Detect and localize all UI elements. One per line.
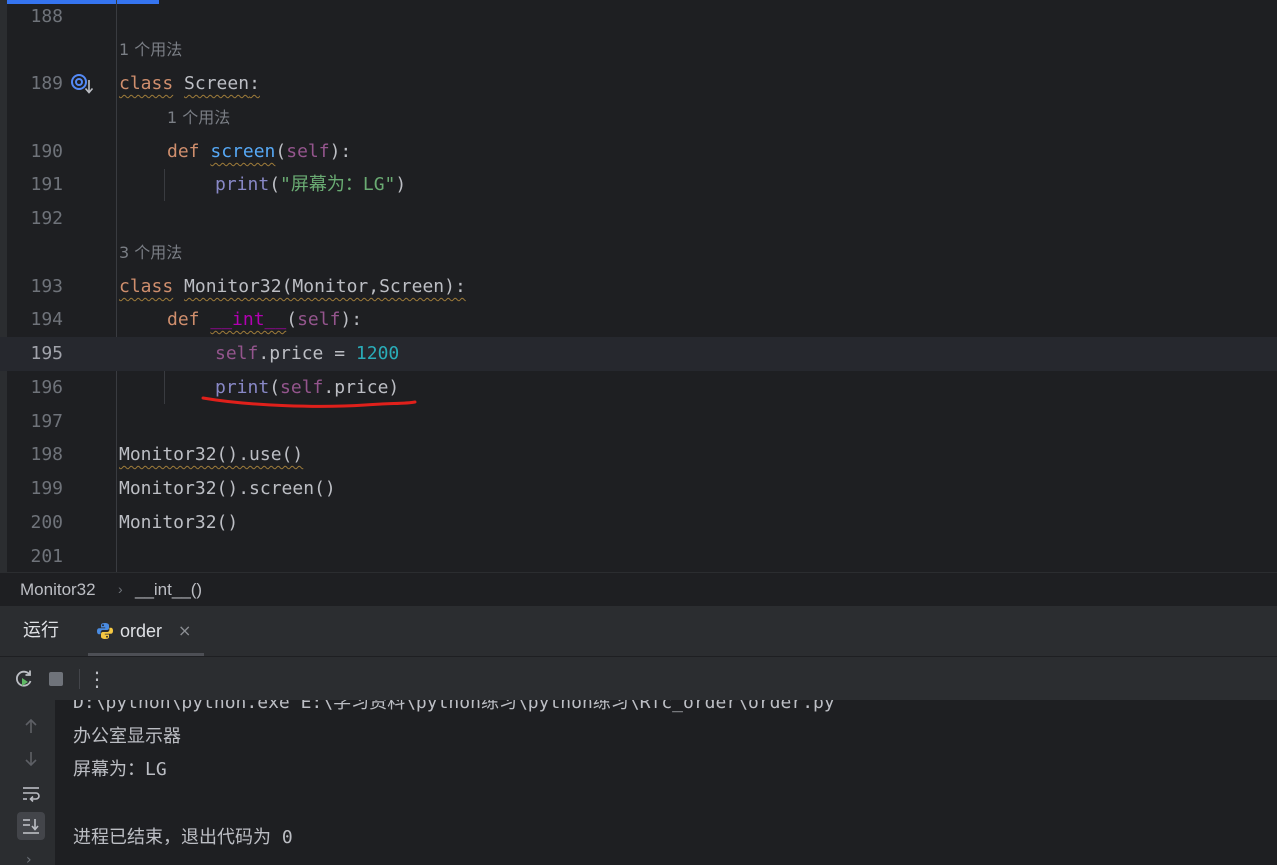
run-toolbar: ⋮: [0, 656, 1277, 701]
code-text: print("屏幕为：LG"): [215, 174, 407, 195]
usage-hint[interactable]: 3 个用法: [119, 236, 182, 270]
line-number: 190: [30, 141, 63, 162]
code-text: class Monitor32(Monitor,Screen):: [119, 276, 466, 297]
line-number: 198: [30, 444, 63, 465]
code-line: 196 print(self.price): [0, 371, 1277, 405]
code-editor[interactable]: 188 1 个用法 189 class Screen: 1 个用法 190 de…: [0, 0, 1277, 572]
scroll-up-button[interactable]: [17, 712, 45, 740]
code-line: 190 def screen(self):: [0, 135, 1277, 169]
usage-hint-line: 3 个用法: [0, 236, 1277, 270]
line-number: 189: [30, 73, 63, 94]
scroll-down-icon: [25, 752, 37, 767]
code-line-current: 195 self.price = 1200: [0, 337, 1277, 371]
more-options-button[interactable]: ⋮: [85, 667, 109, 691]
rerun-button[interactable]: [12, 667, 36, 691]
scroll-to-end-button[interactable]: [17, 812, 45, 840]
scroll-up-icon: [25, 718, 37, 733]
breadcrumb: Monitor32 › __int__(): [0, 572, 1277, 606]
code-line: 199 Monitor32().screen(): [0, 472, 1277, 506]
code-text: Monitor32(): [119, 512, 239, 533]
line-number: 188: [30, 6, 63, 27]
console-side-toolbar: ›: [0, 700, 55, 865]
more-vertical-icon: ⋮: [87, 667, 107, 691]
rerun-icon: [16, 670, 32, 687]
code-line: 194 def __int__(self):: [0, 303, 1277, 337]
code-line: 189 class Screen:: [0, 67, 1277, 101]
line-number: 193: [30, 276, 63, 297]
code-line: 191 print("屏幕为：LG"): [0, 168, 1277, 202]
ide-window: 188 1 个用法 189 class Screen: 1 个用法 190 de…: [0, 0, 1277, 865]
line-number: 191: [30, 174, 63, 195]
run-tool-window: 运行 order × ⋮ › D:\python\python.exe E:\学…: [0, 605, 1277, 865]
soft-wrap-button[interactable]: [17, 779, 45, 807]
code-text: Monitor32().use(): [119, 444, 304, 465]
tab-order[interactable]: order ×: [88, 606, 204, 656]
console-line: D:\python\python.exe E:\学习资料\python练习\py…: [73, 700, 835, 713]
line-number: 197: [30, 411, 63, 432]
code-text: self.price = 1200: [215, 343, 400, 364]
line-number: 200: [30, 512, 63, 533]
usage-hint[interactable]: 1 个用法: [167, 101, 230, 135]
code-line: 197: [0, 405, 1277, 439]
code-line: 200 Monitor32(): [0, 506, 1277, 540]
usage-hint-line: 1 个用法: [0, 33, 1277, 67]
soft-wrap-icon: [23, 787, 40, 802]
breadcrumb-item-method[interactable]: __int__(): [135, 573, 202, 606]
console-line: 办公室显示器: [73, 726, 181, 747]
code-line: 193 class Monitor32(Monitor,Screen):: [0, 270, 1277, 304]
run-window-title: 运行: [23, 620, 59, 641]
code-text: def screen(self):: [167, 141, 352, 162]
stop-button[interactable]: [44, 667, 68, 691]
line-number: 194: [30, 309, 63, 330]
line-number: 201: [30, 546, 63, 567]
red-annotation-underline: [201, 396, 417, 408]
code-line: 201: [0, 540, 1277, 572]
scroll-down-button[interactable]: [17, 745, 45, 773]
toolbar-separator: [79, 669, 80, 689]
breadcrumb-separator: ›: [118, 581, 123, 597]
code-line: 192: [0, 202, 1277, 236]
chevron-right-icon[interactable]: ›: [26, 852, 32, 865]
code-text: class Screen:: [119, 73, 260, 94]
line-number: 196: [30, 377, 63, 398]
console-output[interactable]: D:\python\python.exe E:\学习资料\python练习\py…: [55, 700, 1277, 865]
code-text: def __int__(self):: [167, 309, 363, 330]
python-icon: [97, 623, 113, 639]
tab-label: order: [120, 621, 163, 641]
code-text: Monitor32().screen(): [119, 478, 336, 499]
scroll-to-end-icon: [23, 819, 39, 834]
close-tab-icon[interactable]: ×: [178, 606, 191, 656]
breadcrumb-item-class[interactable]: Monitor32: [20, 573, 96, 606]
run-header: 运行 order ×: [0, 606, 1277, 656]
line-number: 199: [30, 478, 63, 499]
line-number: 192: [30, 208, 63, 229]
line-number: 195: [30, 343, 63, 364]
code-line: 188: [0, 0, 1277, 34]
usage-hint[interactable]: 1 个用法: [119, 33, 182, 67]
overridden-method-icon[interactable]: [70, 72, 96, 96]
code-line: 198 Monitor32().use(): [0, 438, 1277, 472]
console-line: 进程已结束，退出代码为 0: [73, 827, 293, 848]
stop-icon: [49, 672, 63, 686]
console-line: 屏幕为：LG: [73, 759, 167, 780]
usage-hint-line: 1 个用法: [0, 101, 1277, 135]
